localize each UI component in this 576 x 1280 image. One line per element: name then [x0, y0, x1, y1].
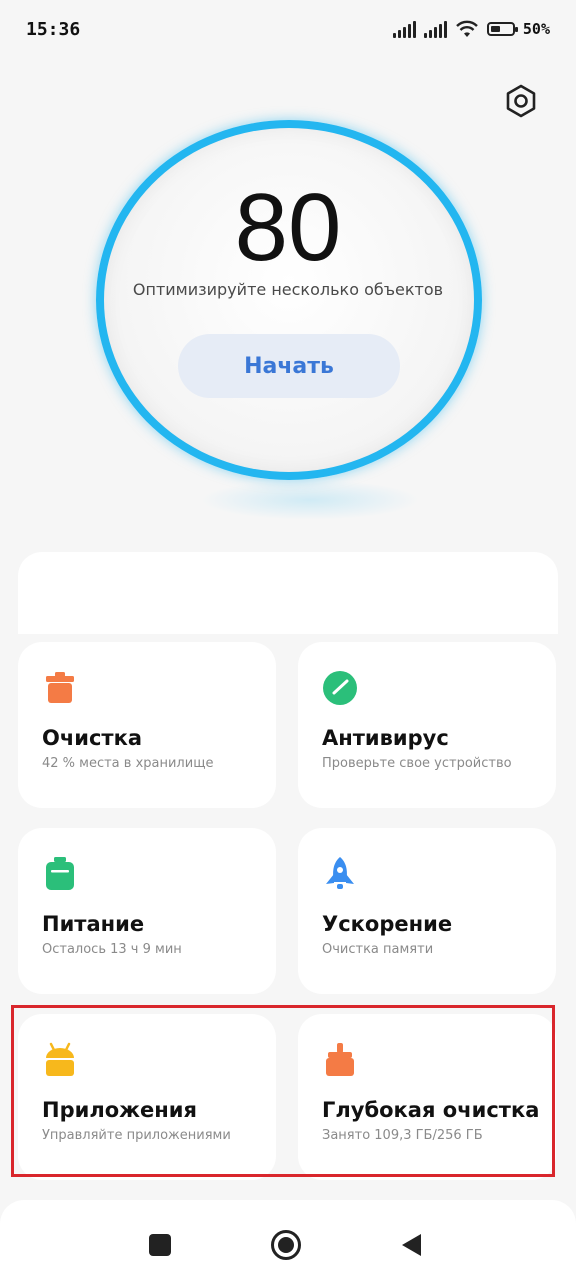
- card-subtitle: 42 % места в хранилище: [42, 756, 214, 771]
- card-deep-clean[interactable]: Глубокая очистка Занято 109,3 ГБ/256 ГБ: [298, 1014, 556, 1180]
- square-icon[interactable]: [148, 1233, 172, 1257]
- card-apps[interactable]: Приложения Управляйте приложениями: [18, 1014, 276, 1180]
- wifi-icon: [456, 20, 478, 37]
- battery-icon: [46, 857, 74, 890]
- score-subtitle: Оптимизируйте несколько объектов: [132, 280, 444, 299]
- shield-check-icon: [323, 671, 357, 705]
- score-value: 80: [234, 174, 342, 281]
- banner-card: [18, 552, 558, 634]
- android-icon: [46, 1042, 74, 1076]
- battery-percent: 50%: [522, 20, 550, 38]
- signal-icon-2: [423, 20, 447, 38]
- card-subtitle: Управляйте приложениями: [42, 1128, 231, 1143]
- broom-icon: [326, 1043, 354, 1076]
- card-title: Глубокая очистка: [322, 1098, 540, 1122]
- status-icons: 50%: [392, 20, 550, 38]
- card-subtitle: Проверьте свое устройство: [322, 756, 512, 771]
- card-boost[interactable]: Ускорение Очистка памяти: [298, 828, 556, 994]
- card-title: Ускорение: [322, 912, 453, 936]
- card-power[interactable]: Питание Осталось 13 ч 9 мин: [18, 828, 276, 994]
- status-time: 15:36: [26, 18, 81, 40]
- rocket-icon: [326, 857, 354, 889]
- card-title: Питание: [42, 912, 145, 936]
- score-glow: [200, 480, 420, 520]
- signal-icon: [392, 20, 416, 38]
- status-bar: 15:36 50%: [0, 0, 576, 58]
- card-subtitle: Занято 109,3 ГБ/256 ГБ: [322, 1128, 483, 1143]
- card-subtitle: Очистка памяти: [322, 942, 434, 957]
- triangle-back-icon[interactable]: [400, 1233, 424, 1257]
- card-subtitle: Осталось 13 ч 9 мин: [42, 942, 182, 957]
- card-title: Приложения: [42, 1098, 197, 1122]
- gear-icon[interactable]: [504, 84, 538, 118]
- circle-icon[interactable]: [270, 1229, 302, 1261]
- battery-icon: [486, 22, 518, 36]
- card-title: Антивирус: [322, 726, 449, 750]
- start-button[interactable]: Начать: [178, 334, 400, 398]
- card-title: Очистка: [42, 726, 143, 750]
- trash-icon: [46, 672, 74, 703]
- card-cleanup[interactable]: Очистка 42 % места в хранилище: [18, 642, 276, 808]
- card-antivirus[interactable]: Антивирус Проверьте свое устройство: [298, 642, 556, 808]
